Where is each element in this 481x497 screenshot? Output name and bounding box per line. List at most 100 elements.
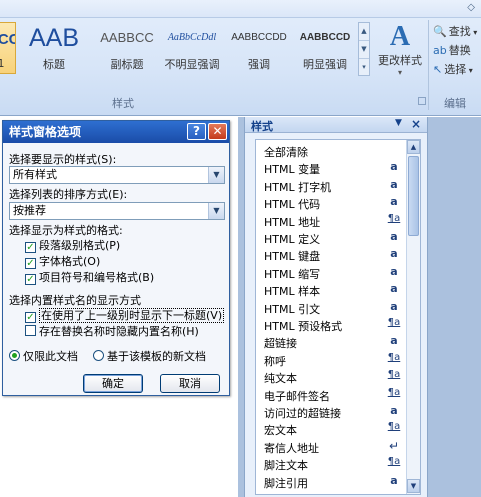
style-list-item[interactable]: HTML 定义 a — [256, 229, 406, 246]
checkbox-icon[interactable]: ✓ — [25, 258, 36, 269]
style-type-icon: a — [390, 282, 398, 296]
styles-to-show-select[interactable]: 所有样式 ▼ — [9, 166, 225, 184]
select-label: 选择 — [444, 63, 467, 76]
paragraph-format-checkbox[interactable]: ✓ 段落级别格式(P) — [25, 237, 120, 253]
show-next-heading-checkbox[interactable]: ✓ 在使用了上一级别时显示下一标题(V) — [25, 307, 225, 323]
style-list-item[interactable]: HTML 样本 a — [256, 281, 406, 298]
style-name: 全部清除 — [264, 146, 308, 159]
style-name: HTML 缩写 — [264, 267, 321, 281]
style-name: 寄信人地址 — [264, 441, 319, 455]
chevron-down-icon[interactable]: ▼ — [208, 167, 224, 183]
style-list-item[interactable]: HTML 代码 a — [256, 194, 406, 211]
ok-button[interactable]: 确定 — [83, 374, 143, 393]
checkbox-icon[interactable] — [25, 325, 36, 336]
styles-list-scrollbar[interactable]: ▲ ▼ — [406, 140, 420, 494]
style-type-icon: a — [390, 195, 398, 209]
checkbox-icon[interactable]: ✓ — [25, 274, 36, 285]
pane-close-icon[interactable]: × — [411, 117, 421, 131]
style-tile-subtle-emphasis[interactable]: AaBbCcDdl 不明显强调 — [160, 22, 224, 74]
style-name: 脚注文本 — [264, 459, 308, 473]
style-list-item[interactable]: HTML 变量 a — [256, 159, 406, 176]
checkbox-label: 存在替换名称时隐藏内置名称(H) — [39, 325, 199, 338]
gallery-more-icon[interactable]: ▾ — [359, 59, 369, 77]
style-name: 电子邮件签名 — [264, 389, 330, 403]
style-list-item[interactable]: 称呼 ¶a — [256, 351, 406, 368]
style-list-item[interactable]: 寄信人地址 ↵ — [256, 438, 406, 455]
pane-menu-icon[interactable]: ▼ — [395, 118, 402, 128]
style-sample: BCC — [0, 31, 15, 48]
checkbox-label: 段落级别格式(P) — [39, 239, 121, 252]
style-tile-1[interactable]: BCC 1 — [0, 22, 16, 74]
style-type-icon: ¶a — [387, 421, 401, 433]
ribbon-collapse-icon[interactable]: ◇ — [467, 2, 475, 13]
font-format-checkbox[interactable]: ✓ 字体格式(O) — [25, 253, 100, 269]
select-button[interactable]: ↖ 选择 ▾ — [433, 61, 473, 77]
style-name: HTML 地址 — [264, 215, 321, 229]
style-type-icon: a — [390, 264, 398, 278]
styles-pane-header: 样式 ▼ × — [245, 117, 427, 133]
style-sample: AaBbCcDdl — [167, 32, 217, 43]
style-name: 不明显强调 — [164, 58, 220, 71]
style-list-item[interactable]: HTML 引文 a — [256, 299, 406, 316]
scrollbar-thumb[interactable] — [408, 156, 419, 236]
gallery-scroll-up-icon[interactable]: ▲ — [359, 23, 369, 41]
style-sample: AAB — [28, 24, 80, 52]
style-type-icon: a — [390, 334, 398, 348]
style-list-item[interactable]: 电子邮件签名 ¶a — [256, 386, 406, 403]
radio-icon[interactable] — [93, 350, 104, 361]
close-button[interactable]: ✕ — [208, 123, 227, 140]
style-type-icon: ¶a — [387, 317, 401, 328]
checkbox-label: 字体格式(O) — [39, 255, 101, 268]
radio-icon[interactable] — [9, 350, 20, 361]
style-type-icon: a — [390, 177, 398, 191]
chevron-down-icon[interactable]: ▼ — [208, 203, 224, 219]
style-pane-options-dialog: 样式窗格选项 ? ✕ 选择要显示的样式(S): 所有样式 ▼ 选择列表的排序方式… — [2, 120, 230, 396]
style-list-item[interactable]: 超链接 a — [256, 333, 406, 350]
checkbox-icon[interactable]: ✓ — [25, 312, 36, 323]
style-list-item[interactable]: HTML 地址 ¶a — [256, 212, 406, 229]
bullet-numbering-checkbox[interactable]: ✓ 项目符号和编号格式(B) — [25, 269, 154, 285]
style-list-item[interactable]: HTML 键盘 a — [256, 246, 406, 263]
style-type-icon: ¶a — [387, 212, 401, 224]
style-tile-emphasis[interactable]: AABBCCDD 强调 — [228, 22, 290, 74]
style-name: HTML 变量 — [264, 163, 321, 177]
style-list-item[interactable]: HTML 预设格式 ¶a — [256, 316, 406, 333]
replace-button[interactable]: ab 替换 — [433, 42, 471, 58]
replace-label: 替换 — [448, 44, 471, 57]
this-document-radio[interactable]: 仅限此文档 — [9, 348, 78, 364]
style-list-item[interactable]: 全部清除 — [256, 142, 406, 159]
style-sample: AABBCC — [100, 30, 154, 45]
find-label: 查找 — [448, 25, 471, 38]
ribbon: ◇ BCC 1 AAB 标题 AABBCC 副标题 AaBbCcDdl 不明显强… — [0, 0, 481, 116]
change-styles-label: 更改样式 — [378, 54, 422, 67]
style-name: HTML 定义 — [264, 233, 321, 246]
help-button[interactable]: ? — [187, 123, 206, 140]
style-name: 强调 — [248, 58, 270, 71]
find-button[interactable]: 🔍 查找 ▾ — [433, 23, 477, 39]
cancel-button[interactable]: 取消 — [160, 374, 220, 393]
template-documents-radio[interactable]: 基于该模板的新文档 — [93, 348, 206, 364]
gallery-scroll-down-icon[interactable]: ▼ — [359, 41, 369, 59]
style-tile-title[interactable]: AAB 标题 — [22, 22, 86, 74]
style-list-item[interactable]: 访问过的超链接 a — [256, 403, 406, 420]
style-type-icon: a — [390, 230, 398, 243]
style-list-item[interactable]: HTML 缩写 a — [256, 264, 406, 281]
builtin-label: 选择内置样式名的显示方式 — [9, 294, 141, 307]
sort-order-select[interactable]: 按推荐 ▼ — [9, 202, 225, 220]
style-tile-subtitle[interactable]: AABBCC 副标题 — [94, 22, 160, 74]
hide-builtin-name-checkbox[interactable]: 存在替换名称时隐藏内置名称(H) — [25, 323, 199, 339]
style-tile-intense-emphasis[interactable]: AABBCCD 明显强调 — [292, 22, 358, 74]
style-list-item[interactable]: 宏文本 ¶a — [256, 420, 406, 437]
style-list-item[interactable]: 脚注引用 a — [256, 473, 406, 490]
style-list-item[interactable]: HTML 打字机 a — [256, 177, 406, 194]
style-list-item[interactable]: 纯文本 ¶a — [256, 368, 406, 385]
format-label: 选择显示为样式的格式: — [9, 224, 123, 237]
style-list-item[interactable]: 脚注文本 ¶a — [256, 455, 406, 472]
style-type-icon: ¶a — [387, 456, 401, 468]
scroll-down-icon[interactable]: ▼ — [407, 479, 420, 493]
scroll-up-icon[interactable]: ▲ — [407, 140, 420, 154]
style-type-icon: ¶a — [387, 369, 401, 381]
dialog-launcher-icon[interactable] — [418, 97, 426, 105]
change-styles-button[interactable]: A 更改样式 ▾ — [374, 22, 426, 88]
checkbox-icon[interactable]: ✓ — [25, 242, 36, 253]
